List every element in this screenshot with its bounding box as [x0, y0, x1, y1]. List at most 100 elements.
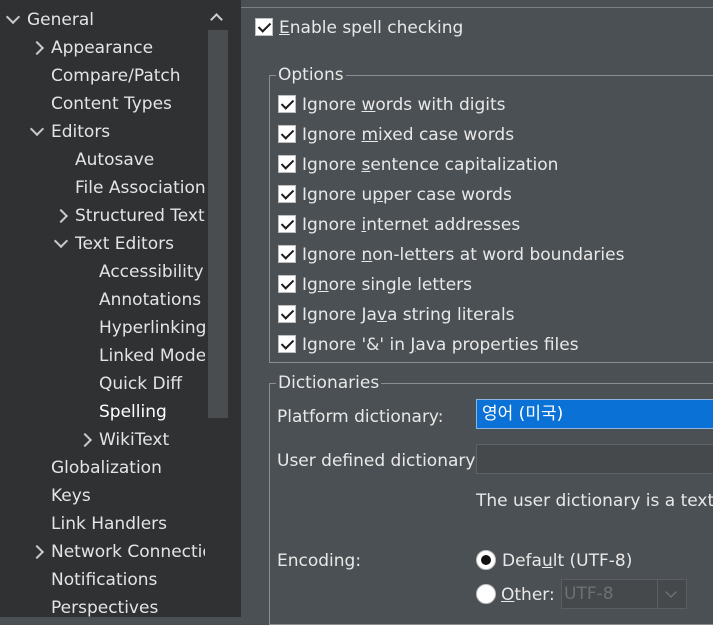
label-part: Ignore — [302, 245, 362, 265]
chevron-right-icon[interactable] — [29, 544, 45, 560]
option-label[interactable]: Ignore upper case words — [302, 184, 512, 206]
mnemonic: n — [361, 245, 373, 265]
tree-item-content-types[interactable]: Content Types — [0, 90, 205, 118]
tree-item-label: Compare/Patch — [51, 66, 181, 86]
tree-item-keys[interactable]: Keys — [0, 482, 205, 510]
tree-item-label: File Associations — [75, 178, 205, 198]
platform-dictionary-combo[interactable]: 영어 (미국) — [476, 399, 713, 429]
enable-spell-checking-label[interactable]: Enable spell checking — [279, 17, 463, 39]
tree-item-label: Hyperlinking — [99, 318, 205, 338]
label-part: ore single letters — [328, 275, 473, 295]
chevron-right-icon[interactable] — [53, 208, 69, 224]
tree-item-label: General — [27, 10, 94, 30]
encoding-default-label[interactable]: Default (UTF-8) — [502, 550, 632, 572]
tree-item-appearance[interactable]: Appearance — [0, 34, 205, 62]
tree-item-wikitext[interactable]: WikiText — [0, 426, 205, 454]
mnemonic: n — [317, 275, 329, 295]
label-part: Ignore '&' in — [302, 335, 411, 355]
chevron-down-icon[interactable] — [657, 580, 686, 608]
option-checkbox[interactable] — [278, 155, 296, 173]
enable-spell-checking-checkbox[interactable] — [255, 18, 273, 36]
tree-item-hyperlinking[interactable]: Hyperlinking — [0, 314, 205, 342]
mnemonic: v — [376, 305, 387, 325]
tree-item-accessibility[interactable]: Accessibility — [0, 258, 205, 286]
label-part: a string literals — [386, 305, 515, 325]
tree-item-perspectives[interactable]: Perspectives — [0, 594, 205, 617]
chevron-down-icon[interactable] — [29, 121, 45, 137]
tree-item-link-handlers[interactable]: Link Handlers — [0, 510, 205, 538]
tree-item-label: Perspectives — [51, 598, 159, 617]
tree-item-label: Annotations — [99, 290, 202, 310]
tree-item-autosave[interactable]: Autosave — [0, 146, 205, 174]
chevron-right-icon[interactable] — [77, 432, 93, 448]
option-checkbox[interactable] — [278, 275, 296, 293]
tree-item-label: Keys — [51, 486, 91, 506]
label-part: Ig — [302, 275, 318, 295]
option-label[interactable]: Ignore '&' in Java properties files — [302, 334, 579, 356]
tree-item-compare-patch[interactable]: Compare/Patch — [0, 62, 205, 90]
option-label[interactable]: Ignore Java string literals — [302, 304, 515, 326]
encoding-label: Encoding: — [277, 551, 362, 571]
splitter-sash[interactable] — [229, 0, 241, 617]
encoding-other-radio[interactable] — [476, 584, 496, 604]
label-part: entence capitalization — [370, 155, 559, 175]
tree-item-text-editors[interactable]: Text Editors — [0, 230, 205, 258]
option-label[interactable]: Ignore mixed case words — [302, 124, 514, 146]
chevron-right-icon[interactable] — [29, 40, 45, 56]
label-part: Ignore u — [302, 185, 373, 205]
chevron-down-icon[interactable] — [5, 9, 21, 25]
user-dictionary-input[interactable] — [476, 444, 713, 474]
option-checkbox[interactable] — [278, 215, 296, 233]
tree-item-spelling[interactable]: Spelling — [0, 398, 205, 426]
mnemonic: s — [361, 155, 371, 175]
option-checkbox[interactable] — [278, 185, 296, 203]
tree-scrollbar[interactable] — [205, 0, 229, 617]
label-part: ixed case words — [378, 125, 515, 145]
label-part: ther: — [514, 585, 555, 605]
tree-item-general[interactable]: General — [0, 6, 205, 34]
tree-item-label: WikiText — [99, 430, 170, 450]
encoding-other-label[interactable]: Other: — [501, 584, 555, 606]
tree-item-structured-text[interactable]: Structured Text — [0, 202, 205, 230]
user-dictionary-hint: The user dictionary is a text f — [476, 491, 713, 511]
option-checkbox[interactable] — [278, 305, 296, 323]
tree-item-network-connections[interactable]: Network Connections — [0, 538, 205, 566]
tree-item-editors[interactable]: Editors — [0, 118, 205, 146]
encoding-default-radio[interactable] — [476, 550, 496, 570]
option-checkbox[interactable] — [278, 245, 296, 263]
option-label[interactable]: Ignore sentence capitalization — [302, 154, 558, 176]
option-checkbox[interactable] — [278, 95, 296, 113]
tree-item-label: Notifications — [51, 570, 158, 590]
tree-item-label: Structured Text — [75, 206, 205, 226]
tree-item-label: Content Types — [51, 94, 172, 114]
option-label[interactable]: Ignore non-letters at word boundaries — [302, 244, 624, 266]
label-part: ords with digits — [375, 95, 506, 115]
label-part: Ignore — [302, 125, 362, 145]
option-label[interactable]: Ignore words with digits — [302, 94, 506, 116]
scroll-up-icon[interactable] — [205, 6, 229, 26]
option-label[interactable]: Ignore single letters — [302, 274, 472, 296]
label-part: Ignore — [302, 155, 362, 175]
other-encoding-value: UTF-8 — [564, 584, 614, 604]
label-part: lt (UTF-8) — [552, 551, 633, 571]
options-legend: Options — [276, 64, 346, 86]
other-encoding-combo[interactable]: UTF-8 — [561, 579, 687, 609]
mnemonic: w — [361, 95, 376, 115]
tree-item-notifications[interactable]: Notifications — [0, 566, 205, 594]
chevron-down-icon[interactable] — [53, 233, 69, 249]
spelling-preference-page: Enable spell checking Options Ignore wor… — [241, 0, 713, 625]
tree-item-file-associations[interactable]: File Associations — [0, 174, 205, 202]
tree-item-label: Text Editors — [75, 234, 174, 254]
tree-item-label: Quick Diff — [99, 374, 182, 394]
option-checkbox[interactable] — [278, 335, 296, 353]
option-checkbox[interactable] — [278, 125, 296, 143]
label-part: Ignore — [302, 215, 362, 235]
tree-item-quick-diff[interactable]: Quick Diff — [0, 370, 205, 398]
tree-item-globalization[interactable]: Globalization — [0, 454, 205, 482]
tree-item-label: Spelling — [99, 402, 167, 422]
scroll-thumb[interactable] — [208, 30, 228, 418]
tree-item-linked-mode[interactable]: Linked Mode — [0, 342, 205, 370]
tree-item-annotations[interactable]: Annotations — [0, 286, 205, 314]
option-label[interactable]: Ignore internet addresses — [302, 214, 520, 236]
tree-item-label: Appearance — [51, 38, 154, 58]
